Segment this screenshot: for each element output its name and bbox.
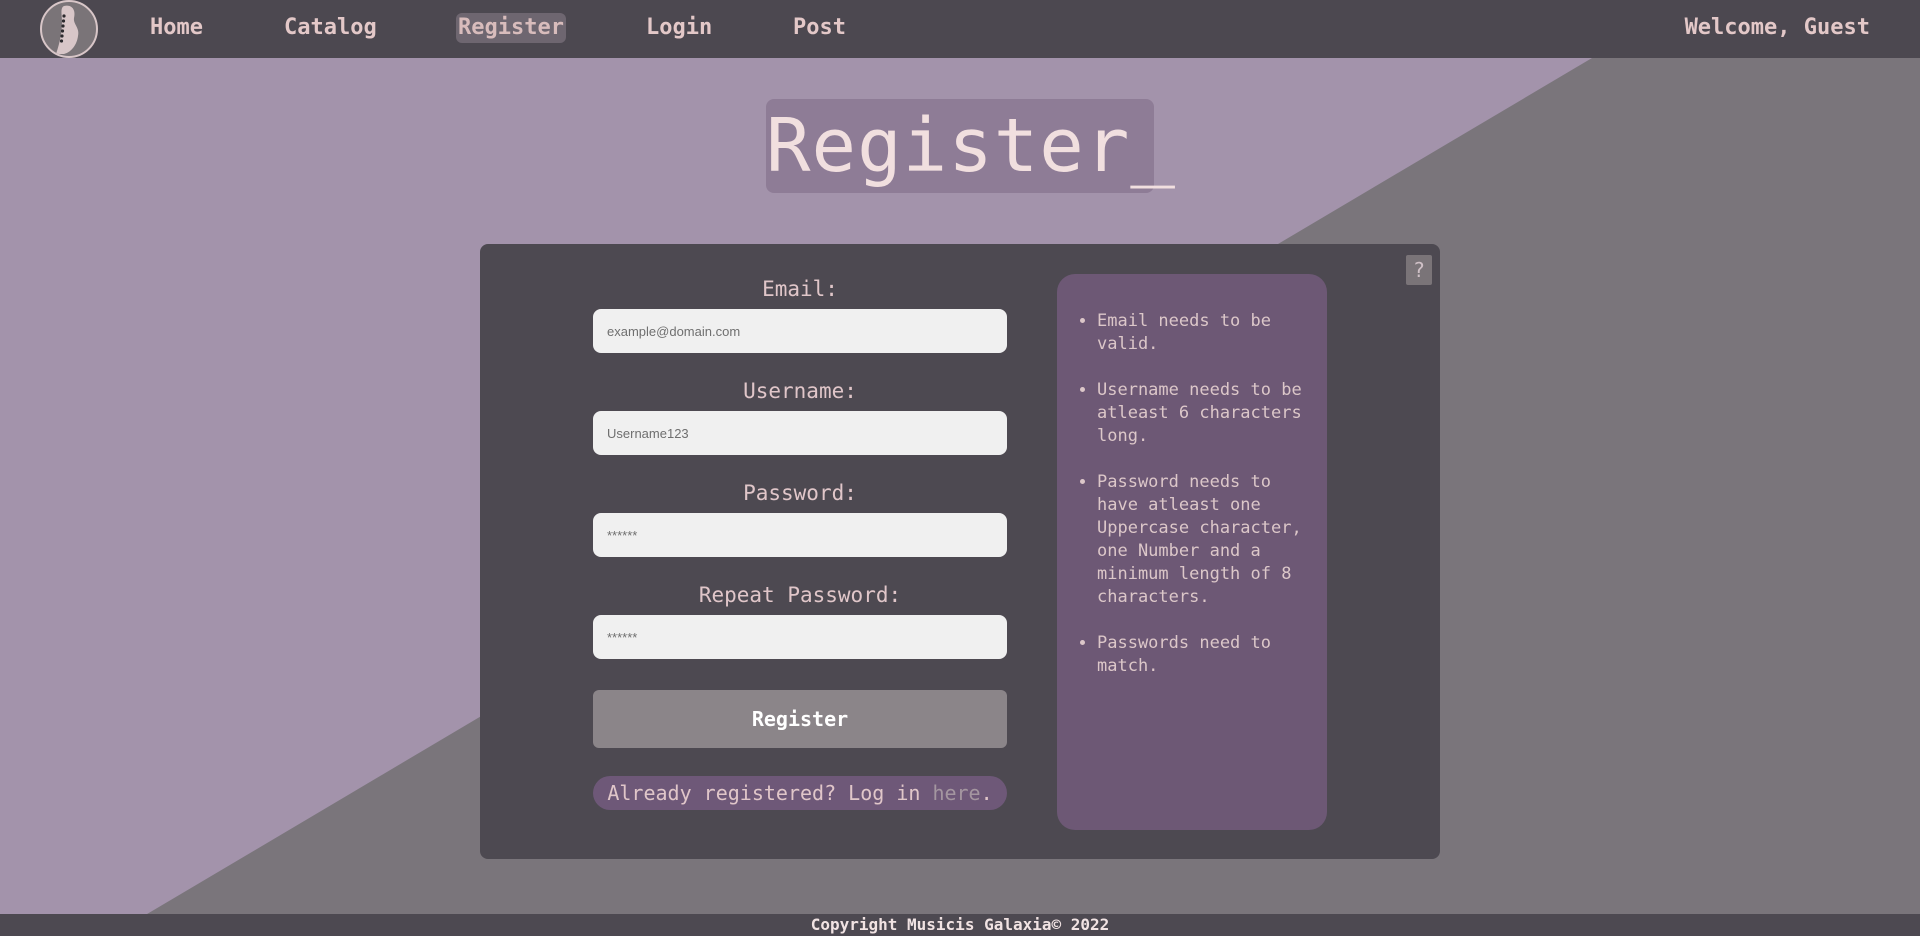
repeat-password-input[interactable] bbox=[593, 615, 1007, 659]
password-label: Password: bbox=[743, 481, 857, 505]
password-input[interactable] bbox=[593, 513, 1007, 557]
nav-link-home[interactable]: Home bbox=[148, 13, 205, 43]
email-label: Email: bbox=[762, 277, 838, 301]
help-button[interactable]: ? bbox=[1406, 255, 1432, 285]
requirements-list: Email needs to be valid. Username needs … bbox=[1073, 310, 1315, 678]
register-card: ? Email: Username: Password: Repeat Pass… bbox=[480, 244, 1440, 859]
username-label: Username: bbox=[743, 379, 857, 403]
footer-copyright: Copyright Musicis Galaxia© 2022 bbox=[0, 914, 1920, 936]
login-hint-suffix: . bbox=[980, 781, 993, 805]
requirement-item: Username needs to be atleast 6 character… bbox=[1097, 379, 1315, 448]
login-hint: Already registered? Log in here. bbox=[593, 776, 1007, 810]
page-title: Register_ bbox=[766, 99, 1175, 193]
requirements-panel: Email needs to be valid. Username needs … bbox=[1057, 274, 1327, 830]
requirement-item: Password needs to have atleast one Upper… bbox=[1097, 471, 1315, 609]
repeat-password-label: Repeat Password: bbox=[698, 583, 902, 607]
email-input[interactable] bbox=[593, 309, 1007, 353]
nav-link-login[interactable]: Login bbox=[644, 13, 714, 43]
register-button[interactable]: Register bbox=[593, 690, 1007, 748]
nav-link-post[interactable]: Post bbox=[791, 13, 848, 43]
login-here-link[interactable]: here bbox=[932, 781, 980, 805]
login-hint-text: Already registered? Log in bbox=[607, 781, 933, 805]
requirement-item: Email needs to be valid. bbox=[1097, 310, 1315, 356]
guitar-logo-icon[interactable] bbox=[40, 0, 98, 58]
nav-link-register[interactable]: Register bbox=[456, 13, 566, 43]
nav-link-catalog[interactable]: Catalog bbox=[282, 13, 379, 43]
requirement-item: Passwords need to match. bbox=[1097, 632, 1315, 678]
username-input[interactable] bbox=[593, 411, 1007, 455]
welcome-text: Welcome, Guest bbox=[1684, 15, 1870, 40]
top-nav: Home Catalog Register Login Post Welcome… bbox=[0, 0, 1920, 58]
